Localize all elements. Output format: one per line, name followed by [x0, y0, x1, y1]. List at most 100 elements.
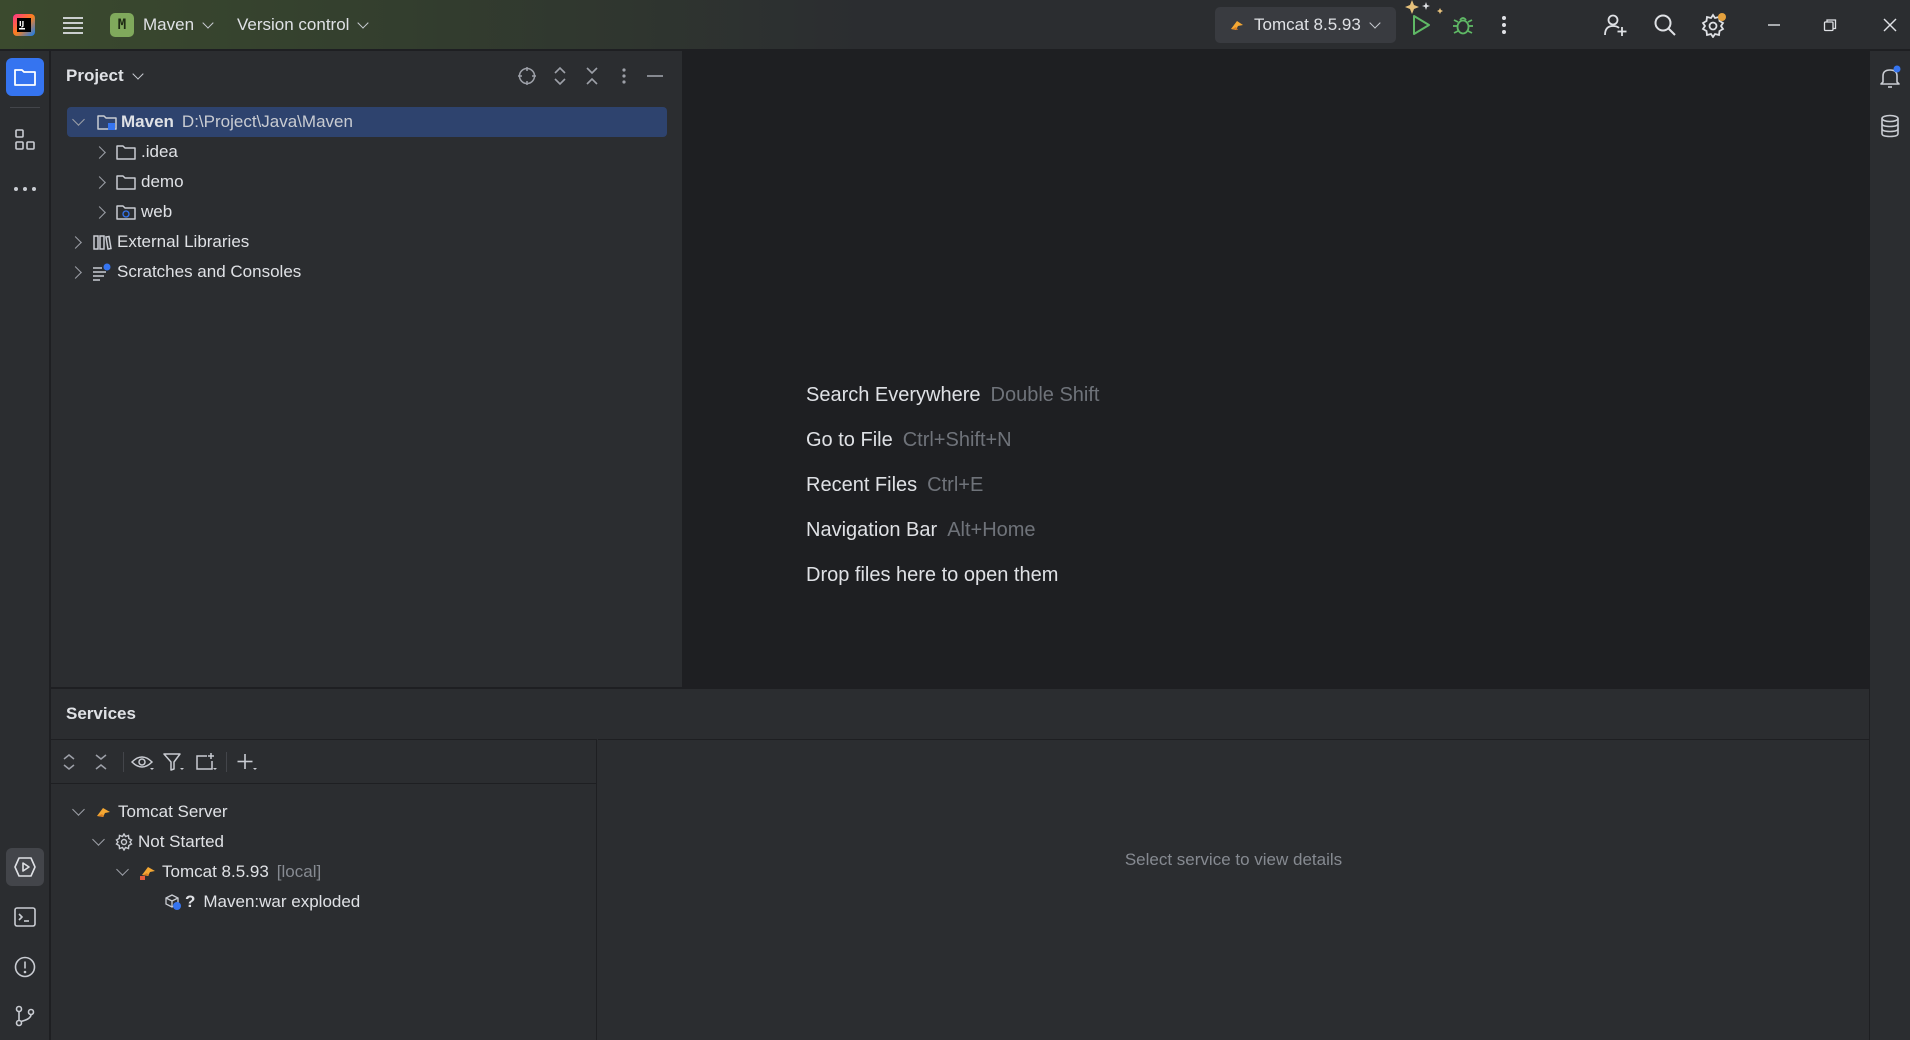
tree-item-tomcat-server[interactable]: Tomcat Server [67, 797, 228, 827]
artifact-icon [165, 894, 181, 910]
chevron-down-icon [357, 16, 370, 29]
tree-item-tomcat-instance[interactable]: Tomcat 8.5.93 [local] [115, 857, 321, 887]
tree-item-label: Not Started [138, 832, 224, 851]
hint-search-everywhere[interactable]: Search Everywhere Double Shift [806, 384, 1100, 407]
services-tool-button[interactable] [6, 848, 44, 886]
hide-panel-button[interactable] [643, 64, 667, 88]
debug-icon [1453, 17, 1473, 35]
project-options-button[interactable] [612, 64, 636, 88]
run-configuration-selector[interactable]: Tomcat 8.5.93 [1215, 7, 1396, 43]
add-service-button[interactable] [235, 750, 259, 774]
folder-icon [116, 145, 136, 160]
locate-button[interactable] [515, 64, 539, 88]
more-tools-button[interactable] [6, 170, 44, 208]
chevron-right-icon [93, 145, 106, 159]
web-folder-icon [116, 205, 136, 220]
chevron-down-icon [116, 863, 129, 876]
settings-button[interactable] [1699, 0, 1729, 50]
search-icon [1654, 14, 1676, 36]
services-icon [14, 857, 36, 877]
tomcat-icon [1231, 21, 1243, 30]
project-selector[interactable]: M Maven [110, 0, 214, 50]
tree-item-not-started[interactable]: Not Started [91, 827, 224, 857]
code-with-me-button[interactable] [1600, 0, 1630, 50]
service-details-pane: Select service to view details [598, 739, 1869, 1040]
tree-item-web[interactable]: web [91, 197, 172, 227]
left-tool-stripe [0, 51, 50, 1040]
run-config-name: Tomcat 8.5.93 [1254, 15, 1361, 34]
hint-recent-files[interactable]: Recent Files Ctrl+E [806, 474, 983, 497]
view-options-button[interactable] [131, 750, 155, 774]
problems-icon [14, 956, 36, 978]
more-actions-button[interactable] [1492, 0, 1516, 50]
ai-sparkle-icon [1400, 0, 1450, 16]
search-button[interactable] [1650, 0, 1680, 50]
hint-shortcut: Ctrl+E [927, 474, 984, 496]
locate-icon [518, 67, 536, 85]
services-toolbar [51, 740, 597, 784]
tree-item-scratches[interactable]: Scratches and Consoles [67, 257, 301, 287]
library-icon [93, 235, 112, 250]
hint-shortcut: Ctrl+Shift+N [902, 429, 1012, 451]
collapse-all-icon [586, 67, 598, 85]
structure-tool-button[interactable] [6, 121, 44, 159]
new-tab-button[interactable] [194, 750, 218, 774]
git-tool-button[interactable] [6, 997, 44, 1035]
terminal-icon [14, 907, 36, 927]
database-button[interactable] [1871, 107, 1909, 145]
chevron-down-icon [131, 67, 144, 80]
project-panel-label: Project [66, 66, 124, 85]
tree-item-demo[interactable]: demo [91, 167, 184, 197]
more-tools-icon [14, 187, 36, 191]
collapse-all-icon [95, 754, 107, 770]
services-panel-title: Services [66, 704, 136, 723]
add-service-icon [237, 754, 257, 770]
chevron-down-icon [202, 16, 214, 29]
intellij-logo-icon[interactable]: IJ [12, 0, 36, 50]
hint-navigation-bar[interactable]: Navigation Bar Alt+Home [806, 519, 1036, 542]
project-name: Maven [143, 15, 195, 34]
gear-icon [115, 833, 133, 851]
restore-icon [1823, 19, 1837, 32]
main-menu-button[interactable] [62, 0, 84, 50]
notifications-button[interactable] [1871, 58, 1909, 96]
tree-item-idea[interactable]: .idea [91, 137, 178, 167]
hint-shortcut: Double Shift [990, 384, 1100, 406]
terminal-tool-button[interactable] [6, 898, 44, 936]
restore-button[interactable] [1818, 0, 1842, 50]
project-panel-title[interactable]: Project [66, 66, 144, 86]
services-expand-all-button[interactable] [57, 750, 81, 774]
chevron-right-icon [93, 175, 106, 189]
hint-go-to-file[interactable]: Go to File Ctrl+Shift+N [806, 429, 1012, 452]
hint-drop-files: Drop files here to open them [806, 564, 1058, 587]
hint-action: Drop files here to open them [806, 564, 1059, 586]
notifications-icon [1880, 65, 1901, 88]
hint-action: Go to File [806, 429, 893, 451]
tree-item-external-libraries[interactable]: External Libraries [67, 227, 249, 257]
project-folder-icon [14, 69, 36, 86]
expand-all-button[interactable] [548, 64, 572, 88]
tree-item-artifact[interactable]: ? Maven:war exploded [164, 887, 360, 917]
close-button[interactable] [1878, 0, 1902, 50]
empty-details-message: Select service to view details [1124, 850, 1343, 869]
tree-item-project-root[interactable]: Maven D:\Project\Java\Maven [67, 107, 667, 137]
collapse-all-button[interactable] [580, 64, 604, 88]
scratches-icon [93, 263, 111, 281]
tree-item-label: External Libraries [117, 232, 250, 251]
project-tool-button[interactable] [6, 58, 44, 96]
close-icon [1883, 18, 1897, 32]
services-collapse-all-button[interactable] [89, 750, 113, 774]
debug-button[interactable] [1448, 0, 1478, 50]
tree-item-suffix: [local] [276, 862, 322, 881]
view-options-icon [131, 756, 154, 770]
chevron-down-icon [1369, 16, 1381, 29]
filter-button[interactable] [162, 750, 186, 774]
code-with-me-icon [1604, 14, 1627, 36]
tree-item-label: web [141, 202, 173, 221]
problems-tool-button[interactable] [6, 948, 44, 986]
toolbar-separator [226, 752, 227, 772]
minimize-button[interactable] [1762, 0, 1786, 50]
vcs-selector[interactable]: Version control [237, 0, 370, 50]
chevron-down-icon [72, 113, 85, 126]
settings-icon [1701, 13, 1726, 38]
